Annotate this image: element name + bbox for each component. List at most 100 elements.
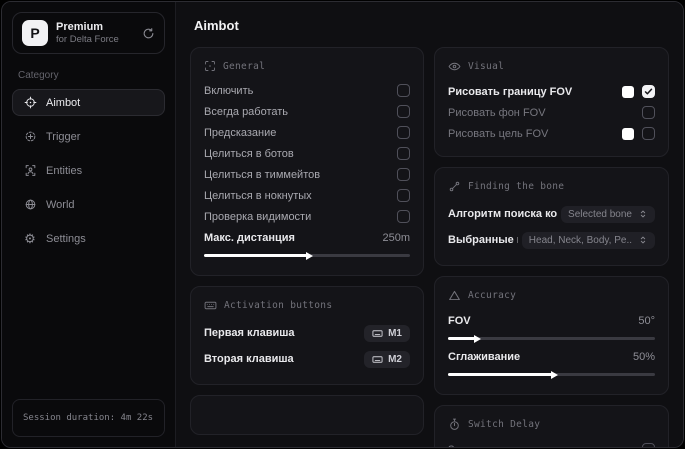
checkbox-target-teammates[interactable] (397, 168, 410, 181)
keyboard-icon (372, 354, 383, 365)
fov-label: FOV (448, 314, 471, 327)
setting-row-prediction: Предсказание (204, 122, 410, 143)
sidebar-item-entities[interactable]: Entities (12, 157, 165, 184)
fov-background-label: Рисовать фон FOV (448, 106, 546, 119)
premium-meta: Premium for Delta Force (56, 21, 119, 45)
max-distance-row: Макс. дистанция 250m (204, 227, 410, 248)
fov-background-row: Рисовать фон FOV (448, 102, 655, 123)
second-key-label: Вторая клавиша (204, 353, 294, 365)
general-card-title: General (223, 60, 266, 72)
triangle-icon (448, 289, 461, 302)
checkbox-fov-target[interactable] (642, 127, 655, 140)
accuracy-card-header: Accuracy (448, 289, 655, 302)
setting-label: Всегда работать (204, 105, 289, 118)
bone-card-header: Finding the bone (448, 180, 655, 193)
fov-slider[interactable] (448, 337, 655, 340)
trigger-icon (23, 130, 37, 143)
session-duration: Session duration: 4m 22s (12, 399, 165, 437)
switch-delay-card: Switch Delay Задержка переключения Задер… (434, 405, 669, 448)
selected-bones-select[interactable]: Head, Neck, Body, Pe.. (521, 231, 655, 249)
fov-target-controls (622, 127, 655, 140)
setting-label: Целиться в нокнутых (204, 189, 312, 202)
premium-title: Premium (56, 21, 104, 33)
visual-card-header: Visual (448, 60, 655, 73)
right-column: Visual Рисовать границу FOV Рисовать фон… (434, 47, 669, 447)
slider-fill (448, 373, 552, 376)
sidebar-item-world[interactable]: World (12, 191, 165, 218)
sidebar: P Premium for Delta Force Category Aimbo (2, 2, 176, 447)
color-swatch[interactable] (622, 127, 634, 140)
eye-icon (448, 60, 461, 73)
main-panel: Aimbot General Включить Всегда работать … (176, 2, 683, 447)
sidebar-item-label: Aimbot (46, 96, 81, 109)
fov-value: 50° (638, 314, 655, 327)
key-binding: M1 (388, 327, 402, 339)
checkbox-target-knocked[interactable] (397, 189, 410, 202)
fov-target-row: Рисовать цель FOV (448, 123, 655, 144)
key-binding: M2 (388, 353, 402, 365)
checkbox-enable[interactable] (397, 84, 410, 97)
keyboard-icon (372, 328, 383, 339)
switch-delay-card-title: Switch Delay (468, 419, 541, 430)
setting-row-target-teammates: Целиться в тиммейтов (204, 164, 410, 185)
selected-bones-label: Выбранные кости (448, 234, 518, 246)
color-swatch[interactable] (622, 85, 634, 98)
setting-row-visibility-check: Проверка видимости (204, 206, 410, 227)
slider-fill (448, 337, 475, 340)
sidebar-item-label: Trigger (46, 130, 81, 143)
checkbox-visibility-check[interactable] (397, 210, 410, 223)
switch-delay-toggle-label: Задержка переключения (448, 444, 575, 448)
scan-icon (204, 60, 216, 72)
fov-border-controls (622, 85, 655, 98)
smoothing-value: 50% (632, 350, 655, 363)
bone-card: Finding the bone Алгоритм поиска костей … (434, 167, 669, 266)
checkbox-always-work[interactable] (397, 105, 410, 118)
checkbox-fov-border[interactable] (642, 85, 655, 98)
general-card: General Включить Всегда работать Предска… (190, 47, 424, 276)
second-key-button[interactable]: M2 (364, 350, 410, 368)
world-icon (23, 198, 37, 211)
fov-target-label: Рисовать цель FOV (448, 127, 549, 140)
fov-border-label: Рисовать границу FOV (448, 85, 573, 98)
expand-icon (638, 235, 648, 245)
fov-slider-row: FOV 50° (448, 310, 655, 331)
first-key-button[interactable]: M1 (364, 324, 410, 342)
app-window: P Premium for Delta Force Category Aimbo (1, 1, 684, 448)
smoothing-slider[interactable] (448, 373, 655, 376)
refresh-icon[interactable] (142, 27, 155, 40)
premium-header: P Premium for Delta Force (12, 12, 165, 54)
bone-algorithm-select[interactable]: Selected bone (561, 205, 655, 223)
select-value: Selected bone (568, 208, 632, 220)
fov-border-row: Рисовать границу FOV (448, 81, 655, 102)
checkbox-prediction[interactable] (397, 126, 410, 139)
max-distance-label: Макс. дистанция (204, 231, 295, 244)
crosshair-icon (23, 96, 37, 109)
checkbox-switch-delay[interactable] (642, 443, 655, 447)
checkbox-target-bots[interactable] (397, 147, 410, 160)
setting-row-always-work: Всегда работать (204, 101, 410, 122)
checkbox-fov-background[interactable] (642, 106, 655, 119)
setting-label: Целиться в ботов (204, 147, 294, 160)
sidebar-item-label: Entities (46, 164, 83, 177)
slider-fill (204, 254, 307, 257)
app-logo: P (22, 20, 48, 46)
max-distance-slider[interactable] (204, 254, 410, 257)
entities-icon (23, 164, 37, 177)
keyboard-icon (204, 299, 217, 312)
switch-delay-toggle-row: Задержка переключения (448, 439, 655, 448)
sidebar-item-aimbot[interactable]: Aimbot (12, 89, 165, 116)
setting-label: Предсказание (204, 126, 277, 139)
max-distance-value: 250m (382, 231, 410, 244)
sidebar-item-trigger[interactable]: Trigger (12, 123, 165, 150)
content-columns: General Включить Всегда работать Предска… (190, 47, 669, 447)
first-key-row: Первая клавиша M1 (204, 320, 410, 346)
gear-icon: ⚙ (24, 231, 36, 246)
setting-row-enable: Включить (204, 80, 410, 101)
sidebar-item-settings[interactable]: ⚙ Settings (12, 225, 165, 252)
stopwatch-icon (448, 418, 461, 431)
sidebar-item-label: Settings (46, 232, 86, 245)
accuracy-card-title: Accuracy (468, 290, 517, 301)
sidebar-item-label: World (46, 198, 75, 211)
smoothing-label: Сглаживание (448, 350, 521, 363)
bone-card-title: Finding the bone (468, 181, 565, 192)
